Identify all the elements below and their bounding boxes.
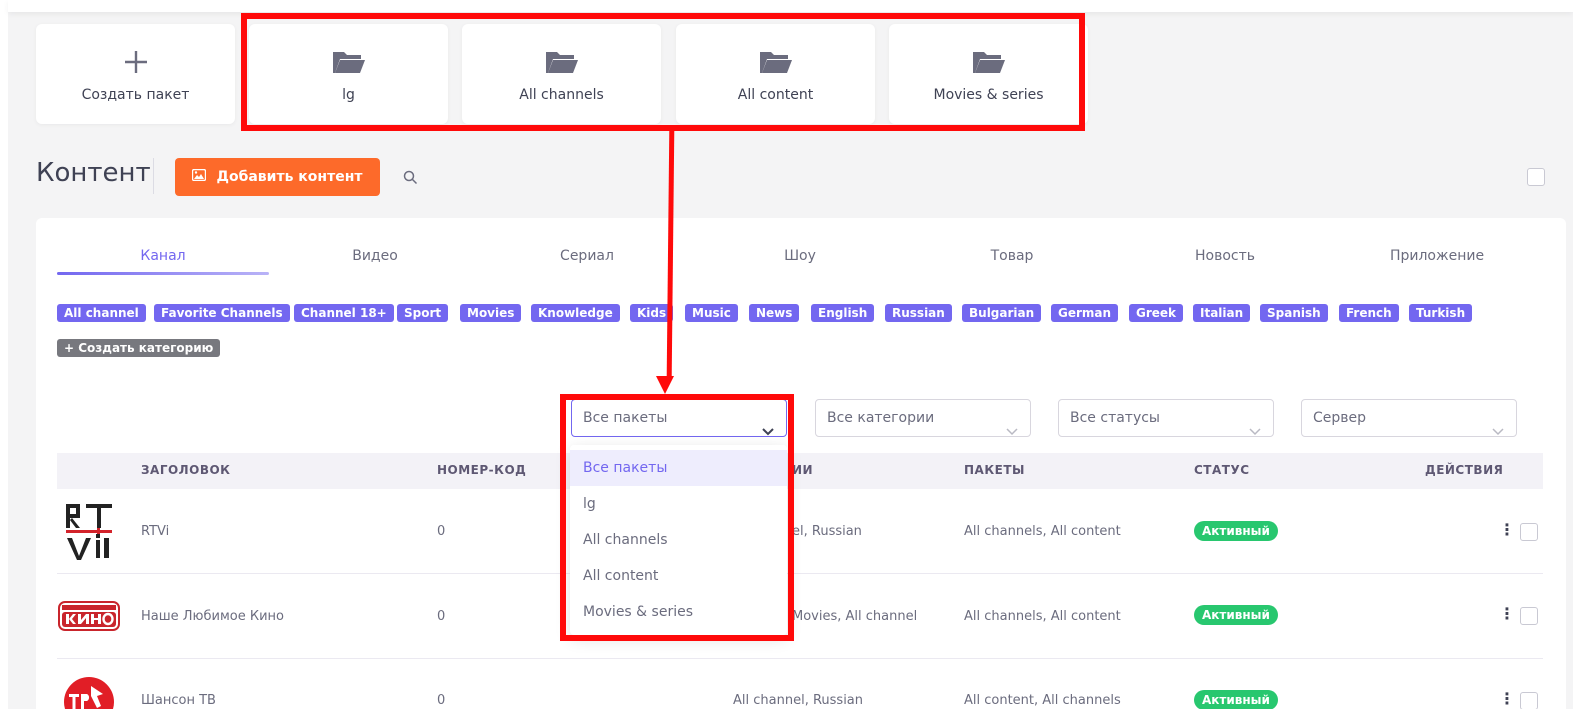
column-header-code: НОМЕР-КОД <box>437 463 527 477</box>
create-package-card[interactable]: Создать пакет <box>36 24 235 124</box>
tab-show[interactable]: Шоу <box>694 248 906 264</box>
column-header-categories: ИИ <box>792 463 814 477</box>
shanson-logo <box>63 676 115 709</box>
category-chip[interactable]: Greek <box>1129 304 1184 322</box>
chevron-down-icon <box>1492 414 1504 450</box>
categories-select-value: Все категории <box>827 410 935 426</box>
create-category-button[interactable]: + Создать категорию <box>57 339 221 357</box>
category-chip[interactable]: Movies <box>460 304 522 322</box>
more-vertical-icon[interactable]: ⋮ <box>1499 604 1515 623</box>
category-chip[interactable]: All channel <box>57 304 146 322</box>
tab-series[interactable]: Сериал <box>481 248 693 264</box>
row-categories: All channel, Russian <box>733 693 864 708</box>
left-strip <box>0 0 8 709</box>
category-chip[interactable]: Knowledge <box>531 304 620 322</box>
row-title: Шансон ТВ <box>141 693 216 708</box>
package-label: All content <box>737 87 814 103</box>
package-label: lg <box>342 87 355 103</box>
page-title: Контент <box>36 158 151 188</box>
column-header-status: СТАТУС <box>1194 463 1250 477</box>
tab-channel[interactable]: Канал <box>57 248 269 264</box>
category-chip[interactable]: French <box>1339 304 1399 322</box>
tab-app[interactable]: Приложение <box>1331 248 1543 264</box>
row-checkbox[interactable] <box>1520 692 1538 709</box>
status-badge: Активный <box>1194 605 1278 625</box>
package-card-all-channels[interactable]: All channels <box>462 24 661 124</box>
category-chip[interactable]: Sport <box>397 304 449 322</box>
column-header-title: ЗАГОЛОВОК <box>141 463 231 477</box>
category-chip[interactable]: Russian <box>885 304 952 322</box>
add-content-label: Добавить контент <box>216 169 363 185</box>
annotation-arrow-head <box>656 376 674 394</box>
packages-select-value: Все пакеты <box>583 410 668 426</box>
image-icon <box>192 168 207 185</box>
category-chip[interactable]: Bulgarian <box>962 304 1042 322</box>
folder-open-icon <box>972 45 1006 79</box>
row-categories: el, Russian <box>792 524 862 539</box>
category-chip[interactable]: Spanish <box>1260 304 1328 322</box>
row-packages: All channels, All content <box>964 609 1121 624</box>
more-vertical-icon[interactable]: ⋮ <box>1499 520 1515 539</box>
kino-logo <box>58 601 120 635</box>
search-icon[interactable] <box>403 170 418 189</box>
package-card-all-content[interactable]: All content <box>676 24 875 124</box>
chevron-down-icon <box>1249 414 1261 450</box>
chevron-down-icon <box>1006 414 1018 450</box>
category-chip[interactable]: News <box>749 304 800 322</box>
folder-open-icon <box>759 45 793 79</box>
row-packages: All channels, All content <box>964 524 1121 539</box>
dropdown-option-movies-series[interactable]: Movies & series <box>570 594 787 630</box>
column-header-packages: ПАКЕТЫ <box>964 463 1025 477</box>
row-title: RTVi <box>141 524 170 539</box>
category-chip[interactable]: German <box>1051 304 1119 322</box>
status-badge: Активный <box>1194 690 1278 709</box>
package-card-movies-series[interactable]: Movies & series <box>889 24 1088 124</box>
category-chip[interactable]: Favorite Channels <box>154 304 290 322</box>
dropdown-option-all-content[interactable]: All content <box>570 558 787 594</box>
tab-news[interactable]: Новость <box>1119 248 1331 264</box>
select-all-checkbox[interactable] <box>1527 168 1545 186</box>
folder-open-icon <box>545 45 579 79</box>
active-tab-indicator <box>57 272 269 275</box>
category-chip[interactable]: Music <box>685 304 738 322</box>
category-chip[interactable]: English <box>811 304 875 322</box>
package-label: Movies & series <box>933 87 1044 103</box>
category-chip[interactable]: Channel 18+ <box>294 304 394 322</box>
row-code: 0 <box>437 524 446 539</box>
categories-select[interactable]: Все категории <box>815 399 1031 437</box>
row-checkbox[interactable] <box>1520 523 1538 541</box>
package-label: All channels <box>519 87 604 103</box>
packages-select[interactable]: Все пакеты <box>571 399 787 437</box>
statuses-select-value: Все статусы <box>1070 410 1160 426</box>
server-select-value: Сервер <box>1313 410 1367 426</box>
statuses-select[interactable]: Все статусы <box>1058 399 1274 437</box>
title-divider <box>153 158 154 194</box>
status-badge: Активный <box>1194 521 1278 541</box>
tab-product[interactable]: Товар <box>906 248 1118 264</box>
server-select[interactable]: Сервер <box>1301 399 1517 437</box>
row-checkbox[interactable] <box>1520 607 1538 625</box>
dropdown-option-all-channels[interactable]: All channels <box>570 522 787 558</box>
dropdown-option-lg[interactable]: lg <box>570 486 787 522</box>
row-code: 0 <box>437 693 446 708</box>
rtvi-logo <box>64 502 114 564</box>
category-chip[interactable]: Italian <box>1193 304 1251 322</box>
row-code: 0 <box>437 609 446 624</box>
top-bar <box>8 0 1573 12</box>
add-content-button[interactable]: Добавить контент <box>175 158 380 196</box>
category-chip[interactable]: Turkish <box>1409 304 1473 322</box>
row-packages: All content, All channels <box>964 693 1121 708</box>
tab-video[interactable]: Видео <box>269 248 481 264</box>
row-categories: Movies, All channel <box>792 609 918 624</box>
folder-open-icon <box>332 45 366 79</box>
packages-dropdown-menu: Все пакеты lg All channels All content M… <box>570 445 787 635</box>
more-vertical-icon[interactable]: ⋮ <box>1499 689 1515 708</box>
row-title: Наше Любимое Кино <box>141 609 284 624</box>
dropdown-option-all-packages[interactable]: Все пакеты <box>570 450 787 486</box>
plus-icon <box>123 45 149 79</box>
create-package-label: Создать пакет <box>81 87 190 103</box>
package-card-lg[interactable]: lg <box>249 24 448 124</box>
column-header-actions: ДЕЙСТВИЯ <box>1425 463 1504 477</box>
